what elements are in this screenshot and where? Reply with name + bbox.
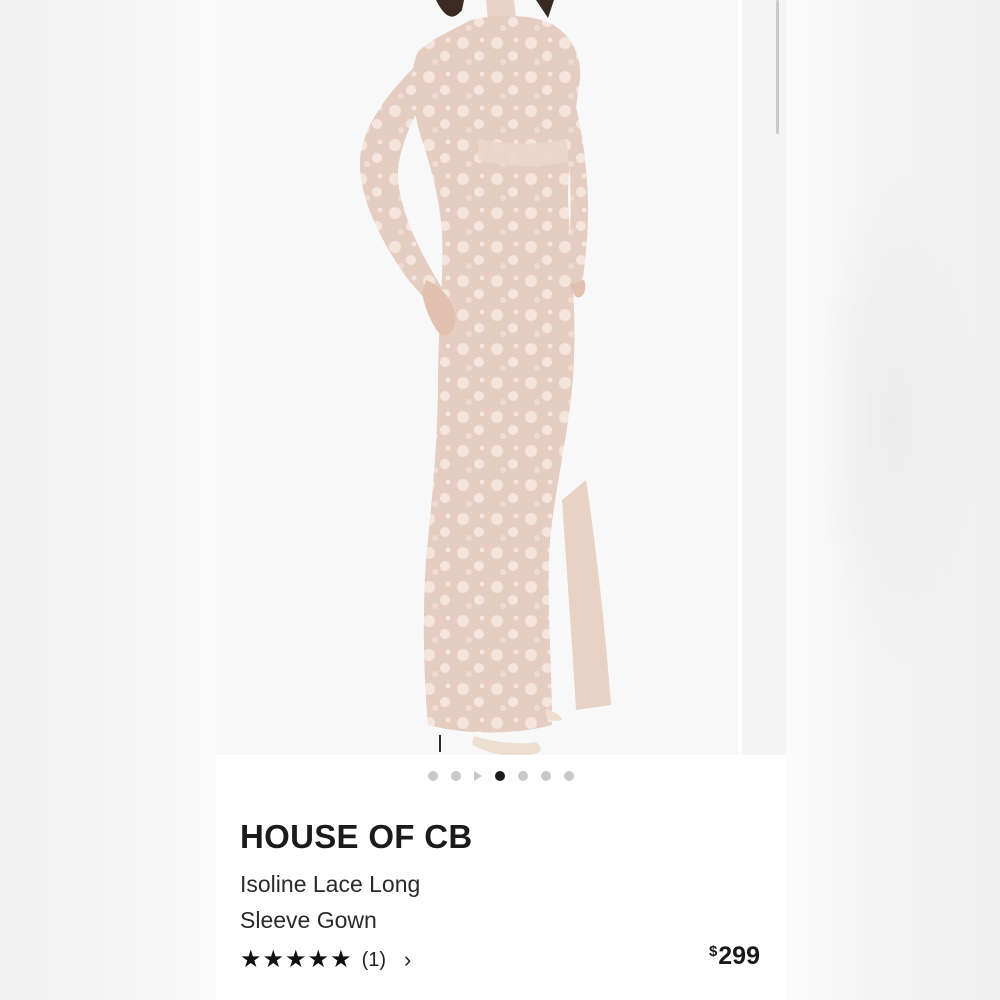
star-icon: ★	[307, 946, 330, 973]
star-rating: ★ ★ ★ ★ ★	[240, 946, 352, 974]
pagination-dot[interactable]	[451, 771, 461, 781]
product-photo[interactable]	[216, 0, 736, 755]
product-image-gallery[interactable]	[216, 0, 786, 755]
chevron-right-icon[interactable]: ›	[404, 946, 411, 974]
play-icon[interactable]	[474, 771, 482, 781]
price-amount: 299	[718, 942, 760, 970]
scroll-indicator	[776, 0, 779, 134]
pagination-dot[interactable]	[541, 771, 551, 781]
star-icon: ★	[262, 946, 285, 973]
star-icon: ★	[330, 946, 352, 973]
pagination-dot-active[interactable]	[495, 771, 505, 781]
product-title-line2: Sleeve Gown	[240, 907, 377, 933]
pagination-dot[interactable]	[564, 771, 574, 781]
rating-summary[interactable]: ★ ★ ★ ★ ★ (1) ›	[240, 946, 411, 974]
product-screen: HOUSE OF CB Isoline Lace Long Sleeve Gow…	[216, 0, 786, 1000]
product-price: $ 299	[709, 942, 760, 971]
background-blur-right	[786, 0, 1000, 1000]
price-currency: $	[708, 943, 718, 960]
product-title: Isoline Lace Long Sleeve Gown	[240, 866, 520, 938]
background-blur-left	[0, 0, 216, 1000]
star-icon: ★	[240, 946, 262, 973]
pagination-dot[interactable]	[428, 771, 438, 781]
gallery-pagination	[216, 768, 786, 784]
brand-name[interactable]: HOUSE OF CB	[240, 818, 472, 856]
star-icon: ★	[285, 946, 307, 973]
pagination-dot[interactable]	[518, 771, 528, 781]
product-title-line1: Isoline Lace Long	[240, 871, 421, 897]
review-count[interactable]: (1)	[362, 946, 386, 974]
